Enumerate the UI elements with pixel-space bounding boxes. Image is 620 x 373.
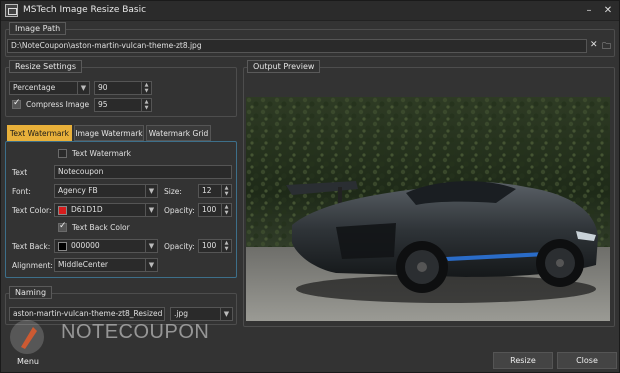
car-photo <box>246 97 610 321</box>
chevron-down-icon: ▼ <box>77 82 89 94</box>
resize-value: 90 <box>98 83 108 92</box>
text-color-label: Text Color: <box>12 206 52 215</box>
text-back-label: Text Back: <box>12 242 51 251</box>
text-back-color-swatch <box>58 242 67 251</box>
preview-image <box>246 97 610 321</box>
spinner-arrows-icon[interactable]: ▲ ▼ <box>141 82 151 94</box>
text-color-swatch <box>58 206 67 215</box>
minimize-button[interactable]: – <box>581 3 597 18</box>
back-opacity-label: Opacity: <box>164 242 195 251</box>
tab-image-watermark[interactable]: Image Watermark <box>74 125 144 141</box>
chevron-down-icon: ▼ <box>220 308 232 320</box>
resize-mode-select[interactable]: Percentage ▼ <box>9 81 90 95</box>
naming-legend: Naming <box>9 286 53 299</box>
spinner-arrows-icon[interactable]: ▲ ▼ <box>141 99 151 111</box>
chevron-down-icon: ▼ <box>145 240 157 252</box>
clear-path-icon[interactable]: ✕ <box>590 40 598 50</box>
text-color-select[interactable]: D61D1D ▼ <box>54 203 158 217</box>
spinner-arrows-icon[interactable]: ▲ ▼ <box>221 204 231 216</box>
alignment-select[interactable]: MiddleCenter ▼ <box>54 258 158 272</box>
resize-button[interactable]: Resize <box>493 352 553 369</box>
font-value: Agency FB <box>58 186 98 195</box>
font-label: Font: <box>12 187 31 196</box>
image-path-legend: Image Path <box>9 22 67 35</box>
resize-value-spinner[interactable]: 90 ▲ ▼ <box>94 81 152 95</box>
tab-watermark-grid[interactable]: Watermark Grid <box>146 125 211 141</box>
app-window: MSTech Image Resize Basic – ✕ Image Path… <box>0 0 620 373</box>
opacity-label: Opacity: <box>164 206 195 215</box>
title-bar: MSTech Image Resize Basic – ✕ <box>1 1 619 21</box>
text-back-color-select[interactable]: 000000 ▼ <box>54 239 158 253</box>
extension-select[interactable]: .jpg ▼ <box>170 307 233 321</box>
font-size-value: 12 <box>202 186 212 195</box>
watermark-text-input[interactable]: Notecoupon <box>54 165 232 179</box>
menu-button[interactable]: Menu <box>8 353 48 370</box>
watermark-text: NOTECOUPON <box>61 321 210 343</box>
text-label: Text <box>12 168 28 177</box>
compress-quality-spinner[interactable]: 95 ▲ ▼ <box>94 98 152 112</box>
close-window-button[interactable]: ✕ <box>600 3 616 18</box>
output-preview-legend: Output Preview <box>247 60 321 73</box>
font-size-spinner[interactable]: 12 ▲ ▼ <box>198 184 232 198</box>
window-title: MSTech Image Resize Basic <box>23 5 147 15</box>
chevron-down-icon: ▼ <box>145 204 157 216</box>
text-back-color-checkbox[interactable] <box>58 221 67 232</box>
image-path-input[interactable]: D:\NoteCoupon\aston-martin-vulcan-theme-… <box>7 39 587 53</box>
browse-folder-icon[interactable]: 🗀 <box>602 39 611 55</box>
back-opacity-spinner[interactable]: 100 ▲ ▼ <box>198 239 232 253</box>
font-select[interactable]: Agency FB ▼ <box>54 184 158 198</box>
watermark-logo-icon <box>9 317 45 357</box>
resize-settings-legend: Resize Settings <box>9 60 82 73</box>
alignment-label: Alignment: <box>12 261 53 270</box>
chevron-down-icon: ▼ <box>145 185 157 197</box>
spinner-arrows-icon[interactable]: ▲ ▼ <box>221 185 231 197</box>
text-opacity-spinner[interactable]: 100 ▲ ▼ <box>198 203 232 217</box>
app-icon <box>5 4 18 17</box>
alignment-value: MiddleCenter <box>58 260 109 269</box>
back-opacity-value: 100 <box>202 241 217 250</box>
text-color-value: D61D1D <box>71 205 103 214</box>
tab-text-watermark[interactable]: Text Watermark <box>7 125 72 141</box>
text-watermark-enable-label: Text Watermark <box>72 149 131 158</box>
compress-quality-value: 95 <box>98 100 108 109</box>
text-back-value: 000000 <box>71 241 100 250</box>
size-label: Size: <box>164 187 182 196</box>
extension-value: .jpg <box>174 309 188 318</box>
compress-image-label: Compress Image <box>26 100 90 109</box>
compress-image-checkbox[interactable] <box>12 98 21 109</box>
chevron-down-icon: ▼ <box>145 259 157 271</box>
close-button[interactable]: Close <box>557 352 617 369</box>
spinner-arrows-icon[interactable]: ▲ ▼ <box>221 240 231 252</box>
resize-mode-value: Percentage <box>13 83 56 92</box>
text-opacity-value: 100 <box>202 205 217 214</box>
text-back-color-label: Text Back Color <box>72 223 130 232</box>
text-watermark-checkbox[interactable] <box>58 149 67 158</box>
